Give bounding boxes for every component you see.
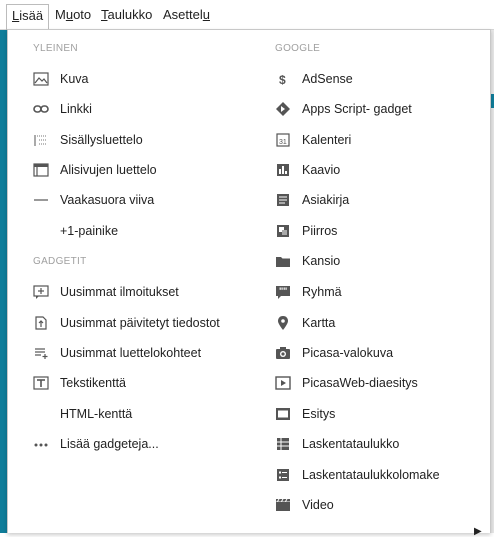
menu-mnemonic: u <box>202 7 210 22</box>
menu-item-label: Vaakasuora viiva <box>60 193 155 207</box>
chart-icon <box>277 164 289 176</box>
toc-icon <box>34 135 47 146</box>
menu-item-label: +1-painike <box>60 224 119 238</box>
menu-item-label: AdSense <box>302 72 353 86</box>
menu-item-label: Lisää gadgeteja... <box>60 437 159 451</box>
horizontal-line-icon <box>34 199 48 201</box>
group-icon: " " <box>276 286 290 299</box>
subpages-icon <box>33 163 49 177</box>
menu-item-label: Apps Script- gadget <box>302 102 412 116</box>
menu-item-label: Kansio <box>302 254 341 268</box>
svg-text:31: 31 <box>279 139 287 146</box>
link-icon <box>33 105 49 113</box>
drawing-icon <box>277 225 289 237</box>
svg-text:$: $ <box>279 73 286 86</box>
more-icon <box>34 443 48 447</box>
menubar: Lisää Muoto Taulukko Asettelu <box>0 0 494 30</box>
form-icon <box>277 469 289 481</box>
menu-asettelu[interactable]: Asettelu <box>158 4 215 26</box>
menu-item-label: Uusimmat päivitetyt tiedostot <box>60 316 220 330</box>
svg-text:": " <box>283 286 287 296</box>
menu-label: isää <box>19 8 44 23</box>
section-header-general: YLEINEN <box>33 43 78 54</box>
menu-item-label: Alisivujen luettelo <box>60 163 157 177</box>
script-gadget-icon <box>276 102 290 116</box>
menu-label: aulukko <box>107 7 153 22</box>
spreadsheet-icon <box>277 438 289 450</box>
insert-dropdown-menu: YLEINEN Kuva Linkki Sisällysluettelo Ali… <box>7 29 491 537</box>
menu-item-label: Kuva <box>60 72 89 86</box>
menu-item-label: Video <box>302 498 334 512</box>
slideshow-icon <box>275 376 291 390</box>
menu-item-label: Kalenteri <box>302 133 352 147</box>
menu-item-label: PicasaWeb-diaesitys <box>302 376 418 390</box>
announcements-icon <box>33 285 49 299</box>
menu-item-label: Kaavio <box>302 163 341 177</box>
menu-item-label: HTML-kenttä <box>60 407 133 421</box>
menu-item-label: Uusimmat luettelokohteet <box>60 346 202 360</box>
menu-item-label: Asiakirja <box>302 193 350 207</box>
menu-mnemonic: u <box>65 7 74 22</box>
folder-icon <box>276 257 290 267</box>
camera-icon <box>276 347 290 359</box>
menu-item-label: Sisällysluettelo <box>60 133 143 147</box>
menu-item-label: Esitys <box>302 407 336 421</box>
menu-item-label: Tekstikenttä <box>60 376 127 390</box>
menu-lisaa[interactable]: Lisää <box>6 4 50 30</box>
document-icon <box>277 194 289 206</box>
menu-item-label: Linkki <box>60 102 92 116</box>
presentation-icon <box>276 408 290 420</box>
menu-item-label: Kartta <box>302 316 336 330</box>
menu-label: oto <box>73 7 92 22</box>
calendar-icon: 31 <box>276 133 290 147</box>
image-icon <box>33 72 49 86</box>
menu-item-label: Uusimmat ilmoitukset <box>60 285 179 299</box>
menu-label: M <box>55 7 66 22</box>
menu-label: Asettel <box>163 7 203 22</box>
menu-item-label: Laskentataulukko <box>302 437 400 451</box>
list-icon <box>35 348 48 359</box>
dollar-icon: $ <box>279 73 286 86</box>
section-header-gadgets: GADGETIT <box>33 256 87 267</box>
page-background-left <box>0 26 7 533</box>
text-box-icon <box>33 376 49 390</box>
menu-item-label: Picasa-valokuva <box>302 346 394 360</box>
map-pin-icon <box>278 316 288 330</box>
section-header-google: GOOGLE <box>275 43 321 54</box>
submenu-arrow-icon: ▶ <box>474 526 482 537</box>
menu-item-label: Ryhmä <box>302 285 342 299</box>
video-icon <box>276 498 290 511</box>
menu-taulukko[interactable]: Taulukko <box>96 4 157 26</box>
menu-item-label: Laskentataulukkolomake <box>302 468 440 482</box>
menu-item-label: Piirros <box>302 224 338 238</box>
file-upload-icon <box>35 316 47 330</box>
menu-muoto[interactable]: Muoto <box>50 4 96 26</box>
